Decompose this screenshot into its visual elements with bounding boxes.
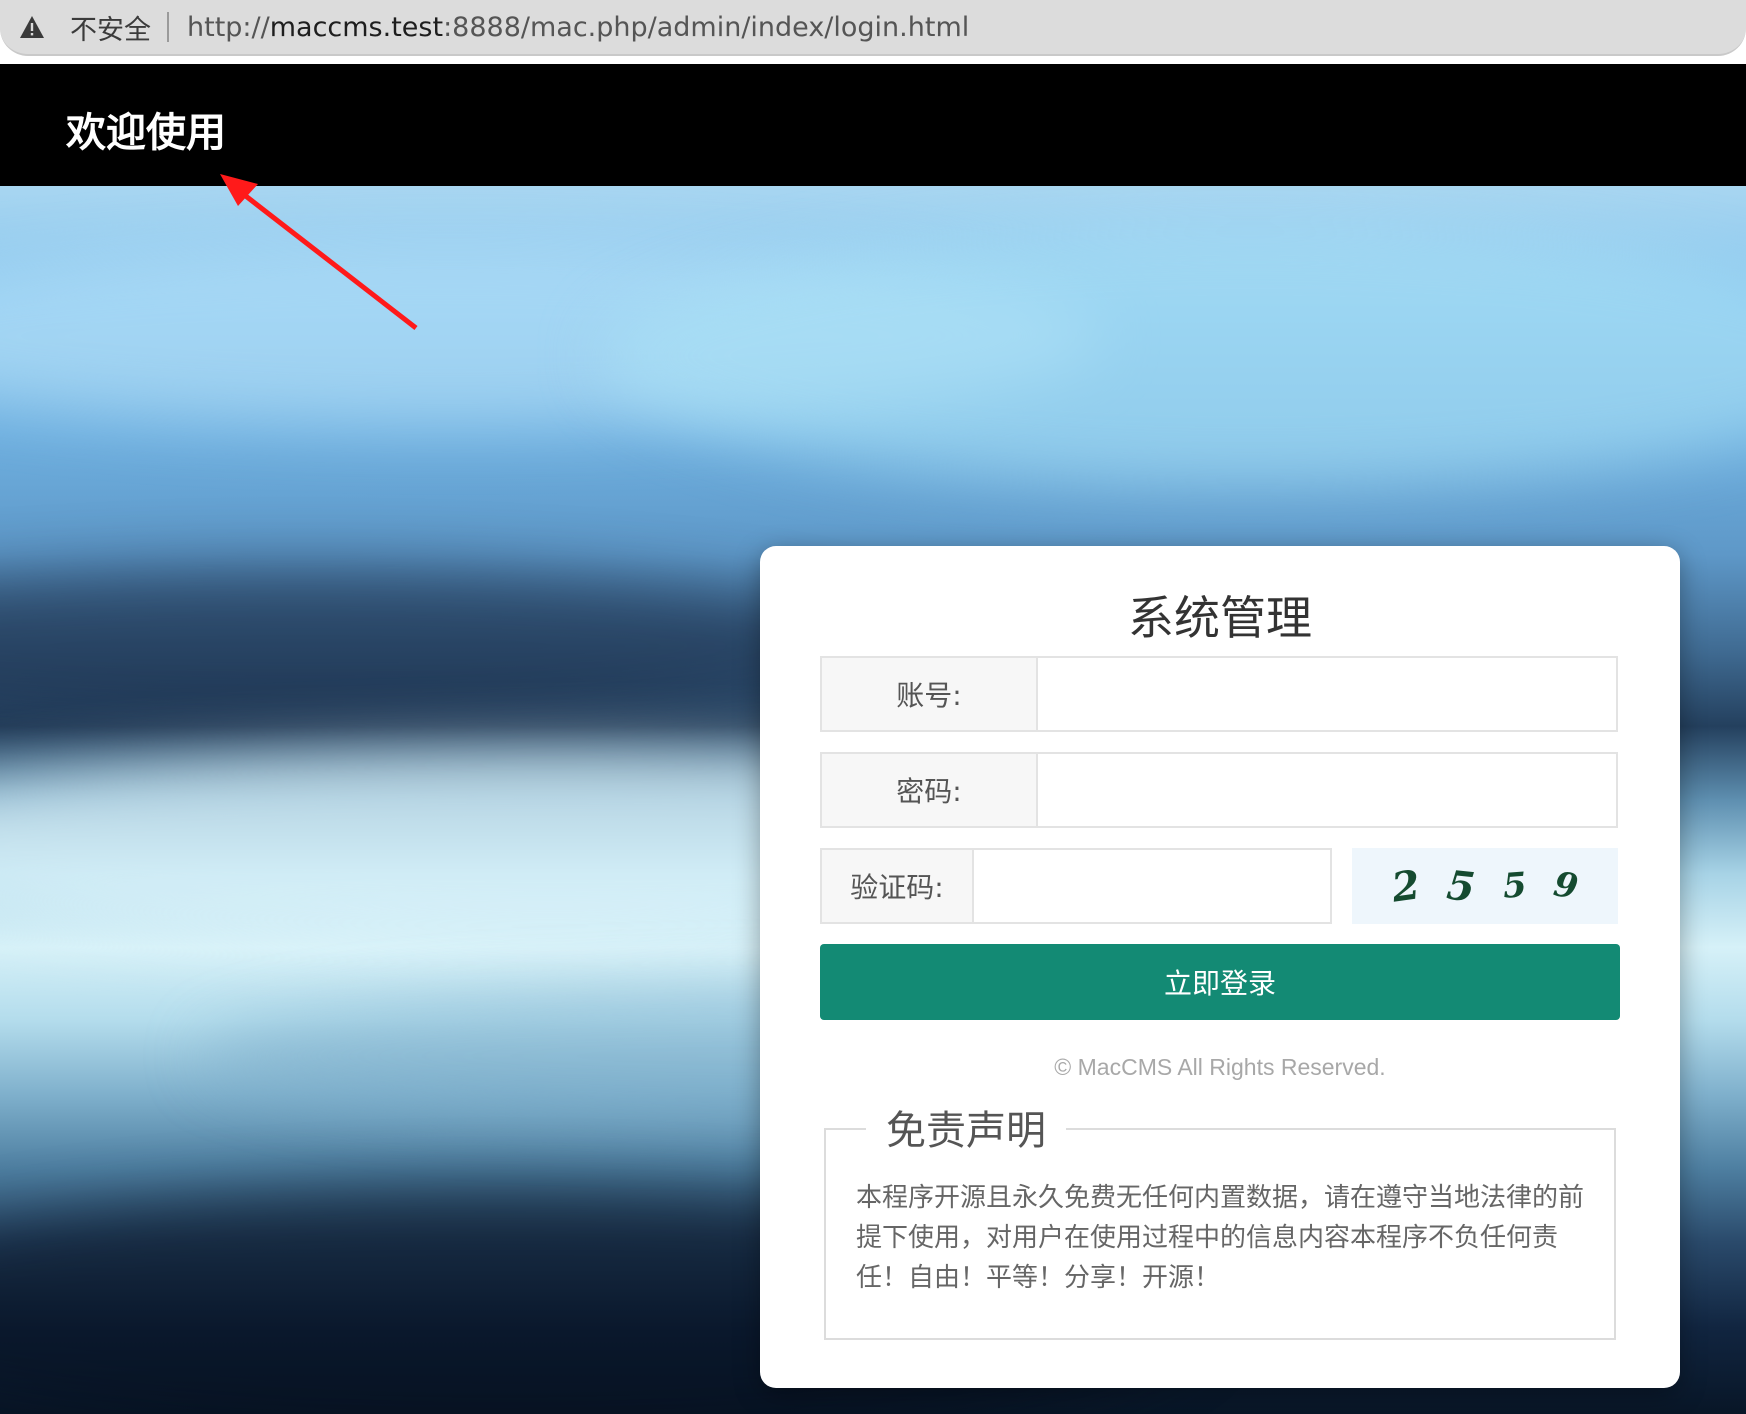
- disclaimer-box: 免责声明 本程序开源且永久免费无任何内置数据，请在遵守当地法律的前提下使用，对用…: [824, 1098, 1616, 1340]
- login-title: 系统管理: [1128, 591, 1312, 645]
- captcha-digit: 9: [1551, 864, 1582, 908]
- username-label: 账号:: [822, 658, 1038, 730]
- captcha-digit: 5: [1501, 865, 1529, 907]
- username-input[interactable]: [1038, 658, 1616, 730]
- captcha-input[interactable]: [974, 850, 1330, 922]
- login-button[interactable]: 立即登录: [820, 944, 1620, 1020]
- captcha-label: 验证码:: [822, 850, 974, 922]
- copyright-text: © MacCMS All Rights Reserved.: [1054, 1054, 1386, 1080]
- captcha-image[interactable]: 2 5 5 9: [1352, 848, 1618, 924]
- captcha-digit: 5: [1445, 861, 1478, 911]
- disclaimer-title: 免责声明: [866, 1098, 1066, 1156]
- password-row: 密码:: [820, 752, 1618, 828]
- captcha-digit: 2: [1388, 860, 1423, 912]
- captcha-row: 验证码:: [820, 848, 1332, 924]
- username-row: 账号:: [820, 656, 1618, 732]
- disclaimer-text: 本程序开源且永久免费无任何内置数据，请在遵守当地法律的前提下使用，对用户在使用过…: [856, 1183, 1585, 1293]
- password-input[interactable]: [1038, 754, 1616, 826]
- login-card: 系统管理 账号: 密码: 验证码: 2 5 5 9 立即登录 © MacCMS …: [760, 546, 1680, 1388]
- password-label: 密码:: [822, 754, 1038, 826]
